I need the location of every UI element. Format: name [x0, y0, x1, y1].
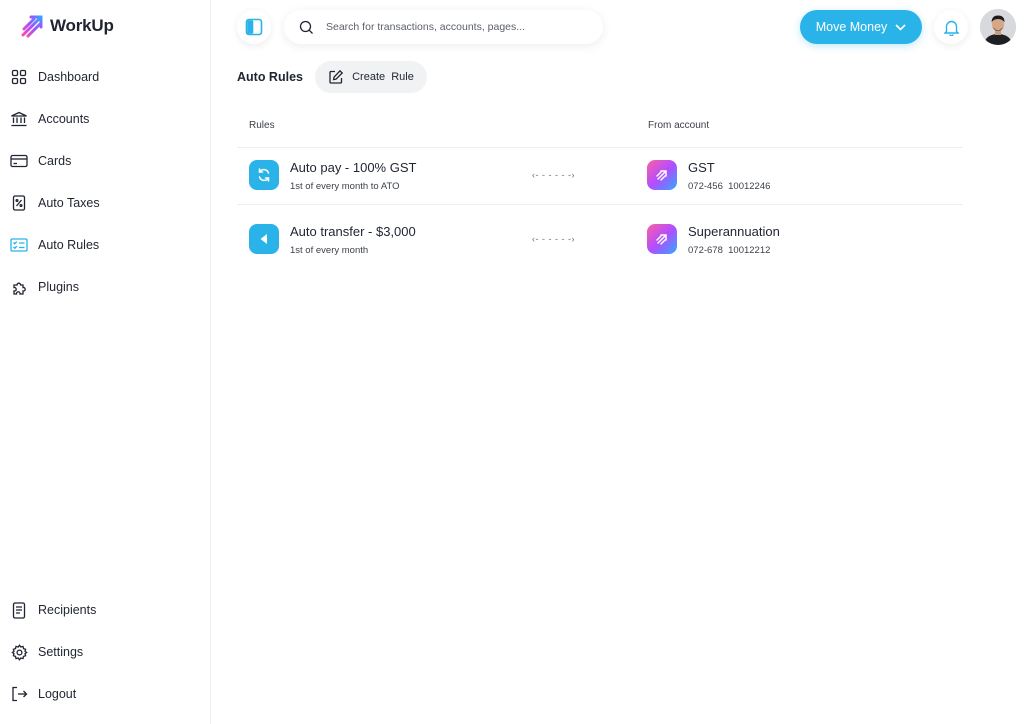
logo[interactable]: WorkUp	[20, 14, 114, 38]
logout-icon	[10, 685, 28, 703]
sidebar-item-label: Recipients	[38, 603, 97, 617]
notifications-button[interactable]	[934, 10, 968, 44]
gear-icon	[10, 643, 28, 661]
create-rule-button[interactable]: Create Rule	[315, 61, 427, 93]
sidebar-item-accounts[interactable]: Accounts	[10, 108, 89, 130]
account-number: 072-678 10012212	[688, 245, 771, 256]
refresh-icon	[249, 160, 279, 190]
account-logo-icon	[647, 224, 677, 254]
link-arrow: ‹- - - - - -›	[532, 170, 575, 180]
move-money-label: Move Money	[815, 20, 888, 34]
column-header-from-account: From account	[648, 120, 710, 131]
edit-icon	[329, 69, 344, 84]
sidebar-item-label: Cards	[38, 154, 72, 168]
sidebar: WorkUp Dashboard Accounts Cards Auto Tax…	[0, 0, 211, 724]
document-icon	[10, 601, 28, 619]
sidebar-item-settings[interactable]: Settings	[10, 641, 83, 663]
card-icon	[10, 152, 28, 170]
grid-icon	[10, 68, 28, 86]
sidebar-item-label: Settings	[38, 645, 84, 659]
search-bar[interactable]	[284, 10, 603, 44]
sidebar-item-label: Plugins	[38, 280, 79, 294]
rule-subtitle: 1st of every month to ATO	[290, 181, 400, 192]
chevron-down-icon	[895, 23, 906, 31]
play-left-icon	[249, 224, 279, 254]
search-input[interactable]	[326, 21, 576, 33]
account-number: 072-456 10012246	[688, 181, 771, 192]
user-photo-icon	[980, 9, 1016, 45]
sidebar-item-label: Auto Rules	[38, 238, 100, 252]
account-name: Superannuation	[688, 224, 780, 239]
tax-receipt-icon	[10, 194, 28, 212]
rule-title[interactable]: Auto pay - 100% GST	[290, 160, 416, 175]
sidebar-item-auto-rules[interactable]: Auto Rules	[10, 234, 99, 256]
divider	[237, 147, 963, 148]
rule-title[interactable]: Auto transfer - $3,000	[290, 224, 416, 239]
checklist-icon	[10, 236, 28, 254]
sidebar-item-label: Dashboard	[38, 70, 100, 84]
account-name: GST	[688, 160, 715, 175]
sidebar-toggle-button[interactable]	[237, 10, 271, 44]
avatar[interactable]	[980, 9, 1016, 45]
create-rule-label: Create Rule	[352, 71, 414, 83]
divider	[237, 204, 963, 205]
search-icon	[299, 20, 313, 34]
sidebar-item-dashboard[interactable]: Dashboard	[10, 66, 99, 88]
move-money-button[interactable]: Move Money	[800, 10, 922, 44]
sidebar-item-label: Auto Taxes	[38, 196, 100, 210]
puzzle-icon	[10, 278, 28, 296]
workup-logo-icon	[21, 15, 43, 38]
app-name: WorkUp	[50, 16, 114, 35]
panel-toggle-icon	[245, 18, 263, 36]
sidebar-item-label: Accounts	[38, 112, 90, 126]
account-logo-icon	[647, 160, 677, 190]
page-title: Auto Rules	[237, 70, 303, 84]
sidebar-item-logout[interactable]: Logout	[10, 683, 76, 705]
sidebar-item-label: Logout	[38, 687, 77, 701]
bank-icon	[10, 110, 28, 128]
rule-subtitle: 1st of every month	[290, 245, 369, 256]
bell-icon	[943, 20, 959, 36]
sidebar-item-auto-taxes[interactable]: Auto Taxes	[10, 192, 100, 214]
sidebar-item-cards[interactable]: Cards	[10, 150, 71, 172]
link-arrow: ‹- - - - - -›	[532, 234, 575, 244]
sidebar-item-plugins[interactable]: Plugins	[10, 276, 79, 298]
sidebar-item-recipients[interactable]: Recipients	[10, 599, 96, 621]
column-header-rules: Rules	[249, 120, 275, 131]
